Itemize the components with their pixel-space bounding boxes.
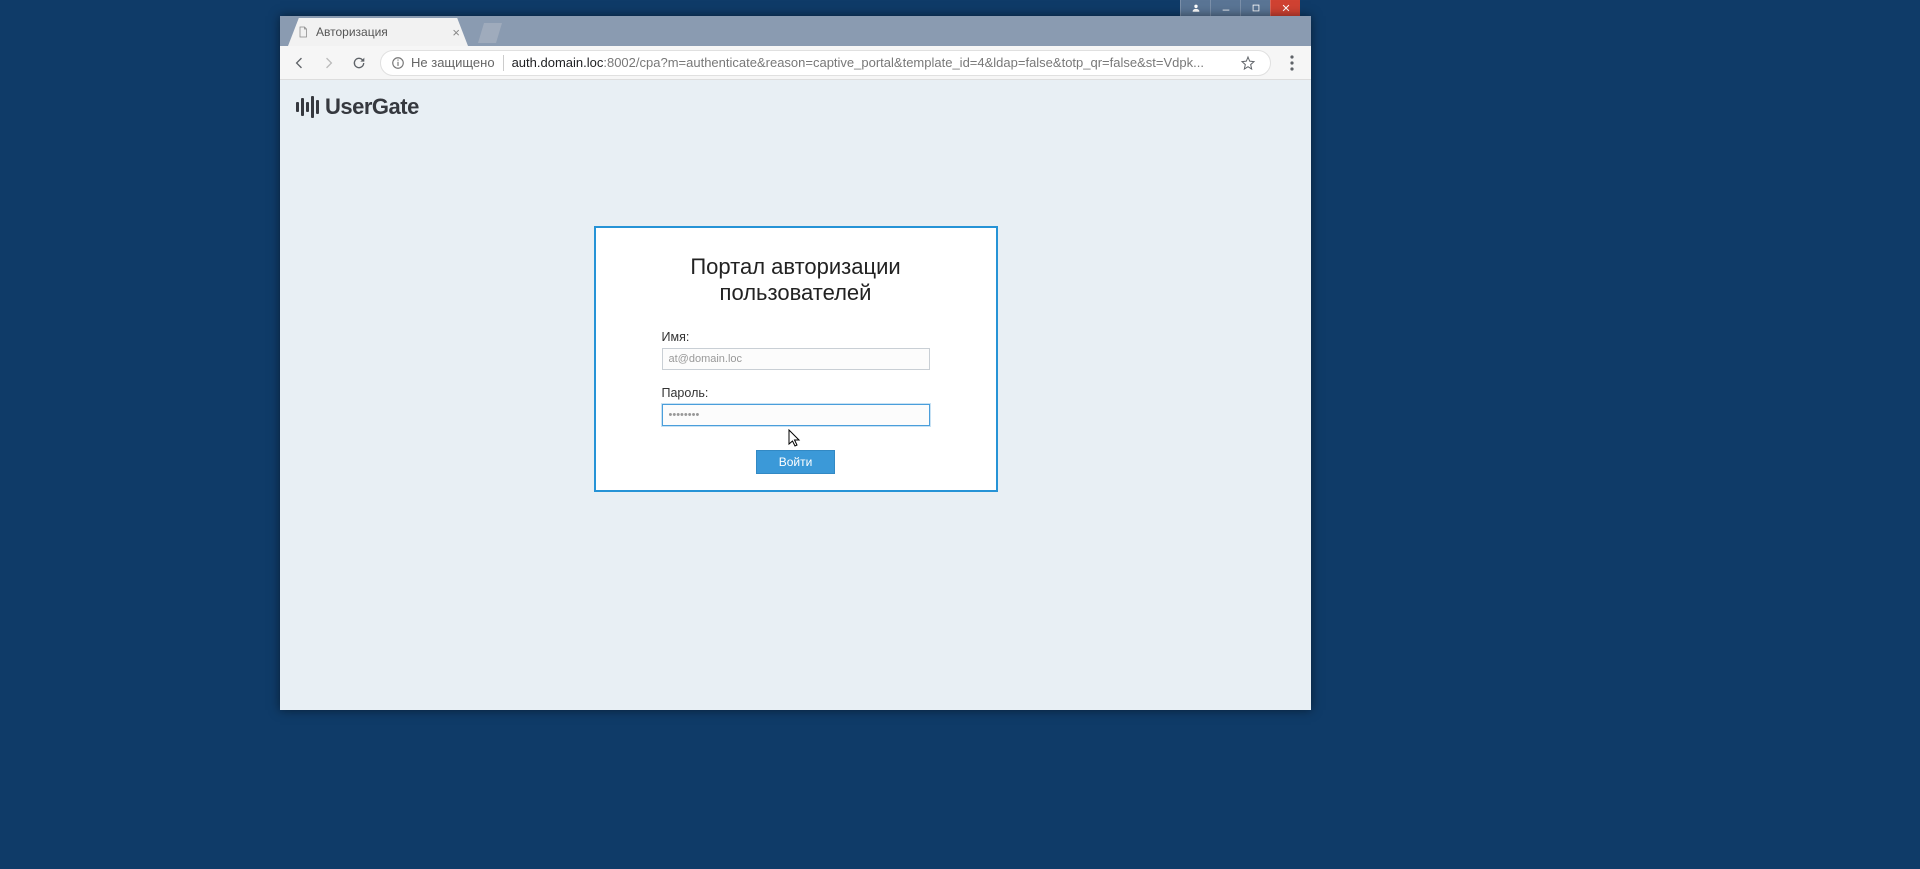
password-label: Пароль: [662, 386, 930, 400]
browser-menu-button[interactable] [1279, 50, 1305, 76]
nav-forward-button[interactable] [316, 50, 342, 76]
tab-close-icon[interactable]: × [452, 25, 460, 40]
browser-window: Авторизация × Не защищено auth.domain.lo… [280, 16, 1311, 710]
bookmark-star-icon[interactable] [1236, 55, 1260, 71]
auth-title: Портал авторизации пользователей [618, 254, 974, 306]
auth-card: Портал авторизации пользователей Имя: Па… [594, 226, 998, 492]
tab-title: Авторизация [316, 25, 446, 39]
nav-back-button[interactable] [286, 50, 312, 76]
page-viewport: UserGate Портал авторизации пользователе… [280, 80, 1311, 710]
divider [503, 55, 504, 71]
username-label: Имя: [662, 330, 930, 344]
login-button[interactable]: Войти [756, 450, 836, 474]
username-row: Имя: [662, 330, 930, 370]
page-icon [296, 25, 310, 39]
password-row: Пароль: [662, 386, 930, 426]
browser-tab-active[interactable]: Авторизация × [288, 18, 468, 46]
brand-logo: UserGate [296, 94, 419, 120]
browser-toolbar: Не защищено auth.domain.loc:8002/cpa?m=a… [280, 46, 1311, 80]
os-window-titlebar [1180, 0, 1300, 16]
window-user-button[interactable] [1180, 0, 1210, 16]
url-text: auth.domain.loc:8002/cpa?m=authenticate&… [512, 55, 1232, 70]
window-close-button[interactable] [1270, 0, 1300, 16]
new-tab-button[interactable] [478, 23, 502, 43]
logo-text: UserGate [325, 94, 419, 120]
browser-tab-strip: Авторизация × [280, 16, 1311, 46]
submit-row: Войти [618, 450, 974, 474]
logo-bars-icon [296, 96, 319, 118]
security-info-icon[interactable] [391, 56, 405, 70]
password-input[interactable] [662, 404, 930, 426]
window-minimize-button[interactable] [1210, 0, 1240, 16]
security-status: Не защищено [411, 55, 495, 70]
username-input[interactable] [662, 348, 930, 370]
address-bar[interactable]: Не защищено auth.domain.loc:8002/cpa?m=a… [380, 50, 1271, 76]
nav-reload-button[interactable] [346, 50, 372, 76]
window-maximize-button[interactable] [1240, 0, 1270, 16]
